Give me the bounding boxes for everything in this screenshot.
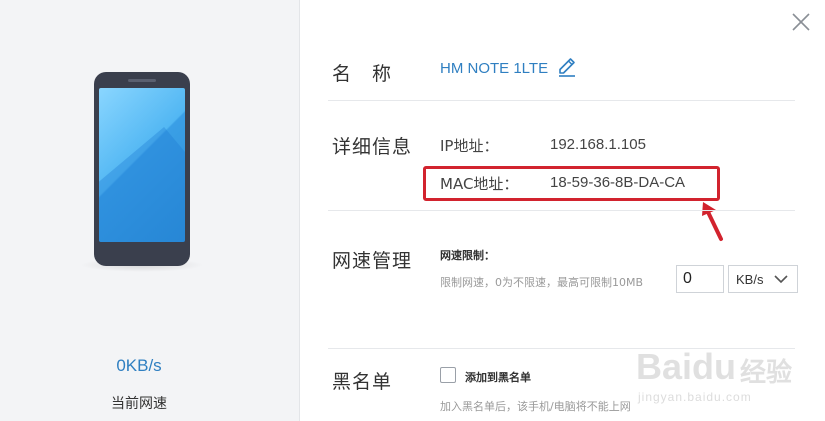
detail-section-label: 详细信息	[332, 136, 413, 158]
chevron-down-icon	[774, 275, 788, 284]
speed-limit-title: 网速限制：	[440, 249, 495, 262]
speed-limit-input[interactable]: 0	[676, 265, 724, 293]
divider	[328, 100, 795, 101]
watermark-url: jingyan.baidu.com	[638, 390, 752, 404]
phone-illustration	[94, 72, 190, 266]
close-icon	[792, 13, 810, 31]
speed-limit-hint: 限制网速，0为不限速，最高可限制10MB	[440, 276, 644, 289]
edit-name-button[interactable]	[556, 56, 578, 78]
close-button[interactable]	[790, 11, 812, 33]
divider	[328, 210, 795, 211]
device-name: HM NOTE 1LTE	[440, 60, 549, 77]
blacklist-section-label: 黑名单	[332, 371, 393, 393]
device-preview-panel: 0KB/s 当前网速	[0, 0, 300, 421]
current-speed-value: 0KB/s	[116, 356, 162, 375]
watermark-word: Baidu	[636, 346, 737, 387]
red-arrow-annotation	[702, 202, 723, 241]
pencil-edit-icon	[559, 58, 575, 77]
mac-highlight-box	[423, 166, 720, 201]
speed-section-label: 网速管理	[332, 250, 413, 272]
watermark-cn: 经验	[740, 358, 793, 388]
phone-screen	[99, 88, 185, 242]
speed-unit-value: KB/s	[736, 272, 764, 287]
ip-address-value: 192.168.1.105	[550, 136, 646, 153]
current-speed-label: 当前网速	[111, 396, 167, 412]
blacklist-checkbox[interactable]	[440, 367, 456, 383]
name-section-label: 名 称	[332, 63, 393, 85]
speed-unit-select[interactable]: KB/s	[728, 265, 798, 293]
phone-speaker	[128, 79, 156, 82]
blacklist-hint: 加入黑名单后，该手机/电脑将不能上网	[440, 400, 631, 413]
ip-address-key: IP地址：	[440, 137, 499, 155]
blacklist-checkbox-label[interactable]: 添加到黑名单	[465, 369, 531, 385]
baidu-jingyan-watermark: Baidu 经验 jingyan.baidu.com	[636, 346, 796, 408]
